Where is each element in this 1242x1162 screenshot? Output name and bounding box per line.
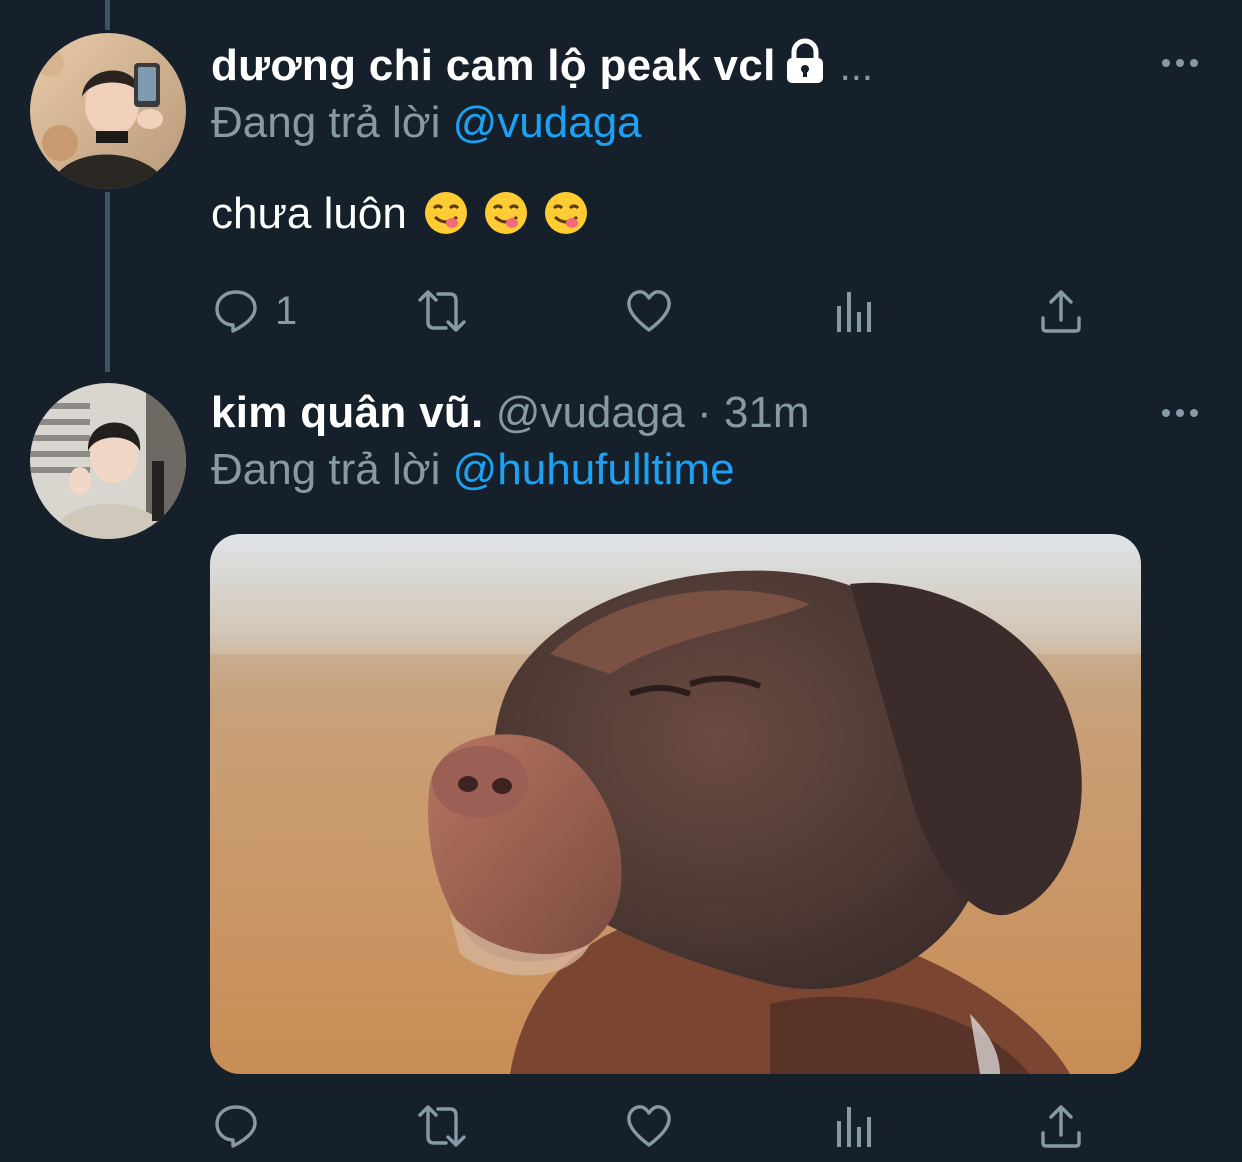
tweet-text: chưa luôn: [211, 184, 589, 244]
share-icon: [1041, 1105, 1081, 1148]
replying-to-label: Đang trả lời: [211, 98, 441, 147]
heart-icon: [627, 1105, 671, 1147]
analytics-button[interactable]: [835, 281, 877, 341]
retweet-icon: [418, 290, 466, 332]
display-name[interactable]: dương chi cam lộ peak vcl: [211, 41, 776, 90]
reply-count: 1: [275, 288, 298, 333]
display-name[interactable]: kim quân vũ.: [211, 388, 484, 437]
share-button[interactable]: [1039, 281, 1083, 341]
reply-icon: [215, 290, 257, 333]
thread-line-top: [105, 0, 110, 30]
replying-to-label: Đang trả lời: [211, 445, 441, 494]
reply-mention-link[interactable]: @vudaga: [453, 98, 642, 147]
reply-button[interactable]: 1: [213, 281, 297, 341]
name-ellipsis: ...: [839, 45, 873, 89]
tweet-actions: [211, 1096, 1091, 1156]
retweet-button[interactable]: [414, 281, 470, 341]
heart-icon: [627, 290, 671, 332]
lock-icon: [784, 38, 826, 98]
user-handle[interactable]: @vudaga: [496, 388, 685, 437]
tweet-media-dog-photo[interactable]: [210, 534, 1141, 1074]
thread-line-connector: [105, 192, 110, 372]
avatar[interactable]: [30, 383, 186, 539]
like-button[interactable]: [625, 1096, 673, 1156]
analytics-icon: [837, 292, 871, 332]
tweet-header: kim quân vũ. @vudaga · 31m: [211, 385, 810, 441]
tweet-timestamp[interactable]: 31m: [724, 388, 810, 437]
yum-face-emoji: [484, 192, 527, 234]
tweet-actions: 1: [211, 281, 1091, 341]
replying-to: Đang trả lời @vudaga: [211, 95, 642, 151]
reply-icon: [215, 1105, 257, 1148]
yum-face-emoji: [544, 192, 587, 234]
tweet-header: dương chi cam lộ peak vcl...: [211, 38, 873, 98]
yum-face-emoji: [424, 192, 467, 234]
share-button[interactable]: [1039, 1096, 1083, 1156]
reply-mention-link[interactable]: @huhufulltime: [453, 445, 735, 494]
replying-to: Đang trả lời @huhufulltime: [211, 442, 735, 498]
tweet-text-body: chưa luôn: [211, 189, 407, 238]
share-icon: [1041, 290, 1081, 333]
more-horizontal-icon[interactable]: [1160, 57, 1200, 69]
retweet-button[interactable]: [414, 1096, 470, 1156]
reply-button[interactable]: [213, 1096, 275, 1156]
retweet-icon: [418, 1105, 466, 1147]
more-horizontal-icon[interactable]: [1160, 407, 1200, 419]
like-button[interactable]: [625, 281, 673, 341]
analytics-button[interactable]: [835, 1096, 877, 1156]
analytics-icon: [837, 1107, 871, 1147]
avatar[interactable]: [30, 33, 186, 189]
header-separator: ·: [697, 388, 712, 437]
